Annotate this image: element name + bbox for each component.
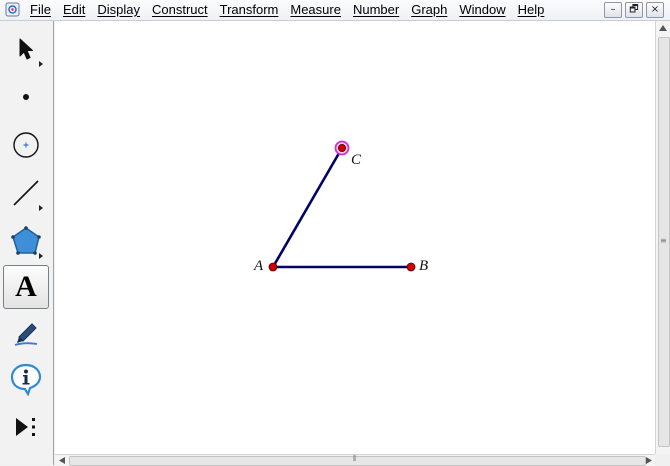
scroll-left-arrow-icon[interactable]: [59, 457, 65, 464]
info-icon: [10, 363, 42, 396]
point-a[interactable]: [268, 262, 278, 272]
point-dot-icon: [23, 94, 29, 100]
sketch-canvas[interactable]: A B C: [55, 21, 655, 454]
vertical-grip-icon: ≡: [660, 236, 667, 245]
letter-a-icon: A: [15, 270, 37, 303]
compass-tool[interactable]: [3, 123, 49, 167]
sketchpad-app-icon[interactable]: [5, 2, 20, 17]
arrow-pointer-icon: [19, 38, 33, 60]
menu-number[interactable]: Number: [353, 0, 399, 20]
horizontal-grip-icon: ⦀: [353, 454, 357, 463]
circle-icon: [13, 132, 39, 158]
text-tool[interactable]: A: [3, 265, 49, 309]
pentagon-icon: [11, 226, 41, 255]
point-label-b[interactable]: B: [419, 258, 428, 275]
close-button[interactable]: ×: [646, 2, 664, 18]
point-label-a[interactable]: A: [254, 258, 263, 275]
information-tool[interactable]: [3, 357, 49, 401]
minimize-button[interactable]: –: [604, 2, 622, 18]
menu-graph[interactable]: Graph: [411, 0, 447, 20]
menu-display[interactable]: Display: [97, 0, 140, 20]
point-b[interactable]: [406, 262, 416, 272]
tool-menu-arrow-icon: [39, 253, 43, 259]
point-c[interactable]: [337, 144, 346, 153]
polygon-tool[interactable]: [3, 219, 49, 263]
pen-icon: [14, 323, 38, 346]
vertical-scroll-thumb[interactable]: ≡: [658, 37, 670, 447]
straightedge-tool[interactable]: [3, 171, 49, 215]
scroll-right-arrow-icon[interactable]: [646, 457, 652, 464]
point-label-c[interactable]: C: [351, 152, 361, 169]
horizontal-scrollbar[interactable]: ⦀: [55, 454, 655, 466]
selection-arrow-tool[interactable]: [3, 27, 49, 71]
segment-ac[interactable]: [271, 147, 344, 268]
menu-transform[interactable]: Transform: [220, 0, 279, 20]
point-tool[interactable]: [3, 75, 49, 119]
toolbox: A: [0, 21, 54, 465]
window-controls: – 🗗 ×: [604, 2, 664, 18]
custom-tool[interactable]: [3, 405, 49, 449]
tool-menu-arrow-icon: [39, 205, 43, 211]
scroll-up-arrow-icon[interactable]: [659, 25, 667, 31]
construction-drawing: [268, 140, 416, 272]
menu-bar: File Edit Display Construct Transform Me…: [0, 0, 670, 21]
menu-measure[interactable]: Measure: [290, 0, 341, 20]
vertical-scrollbar[interactable]: ≡: [655, 21, 670, 454]
segment-icon: [13, 180, 39, 206]
tool-menu-arrow-icon: [39, 61, 43, 67]
menu-items: File Edit Display Construct Transform Me…: [30, 0, 556, 20]
play-dots-icon: [16, 418, 35, 436]
menu-edit[interactable]: Edit: [63, 0, 85, 20]
menu-help[interactable]: Help: [518, 0, 545, 20]
menu-file[interactable]: File: [30, 0, 51, 20]
menu-window[interactable]: Window: [459, 0, 505, 20]
restore-button[interactable]: 🗗: [625, 2, 643, 18]
marker-tool[interactable]: [3, 311, 49, 355]
menu-construct[interactable]: Construct: [152, 0, 208, 20]
